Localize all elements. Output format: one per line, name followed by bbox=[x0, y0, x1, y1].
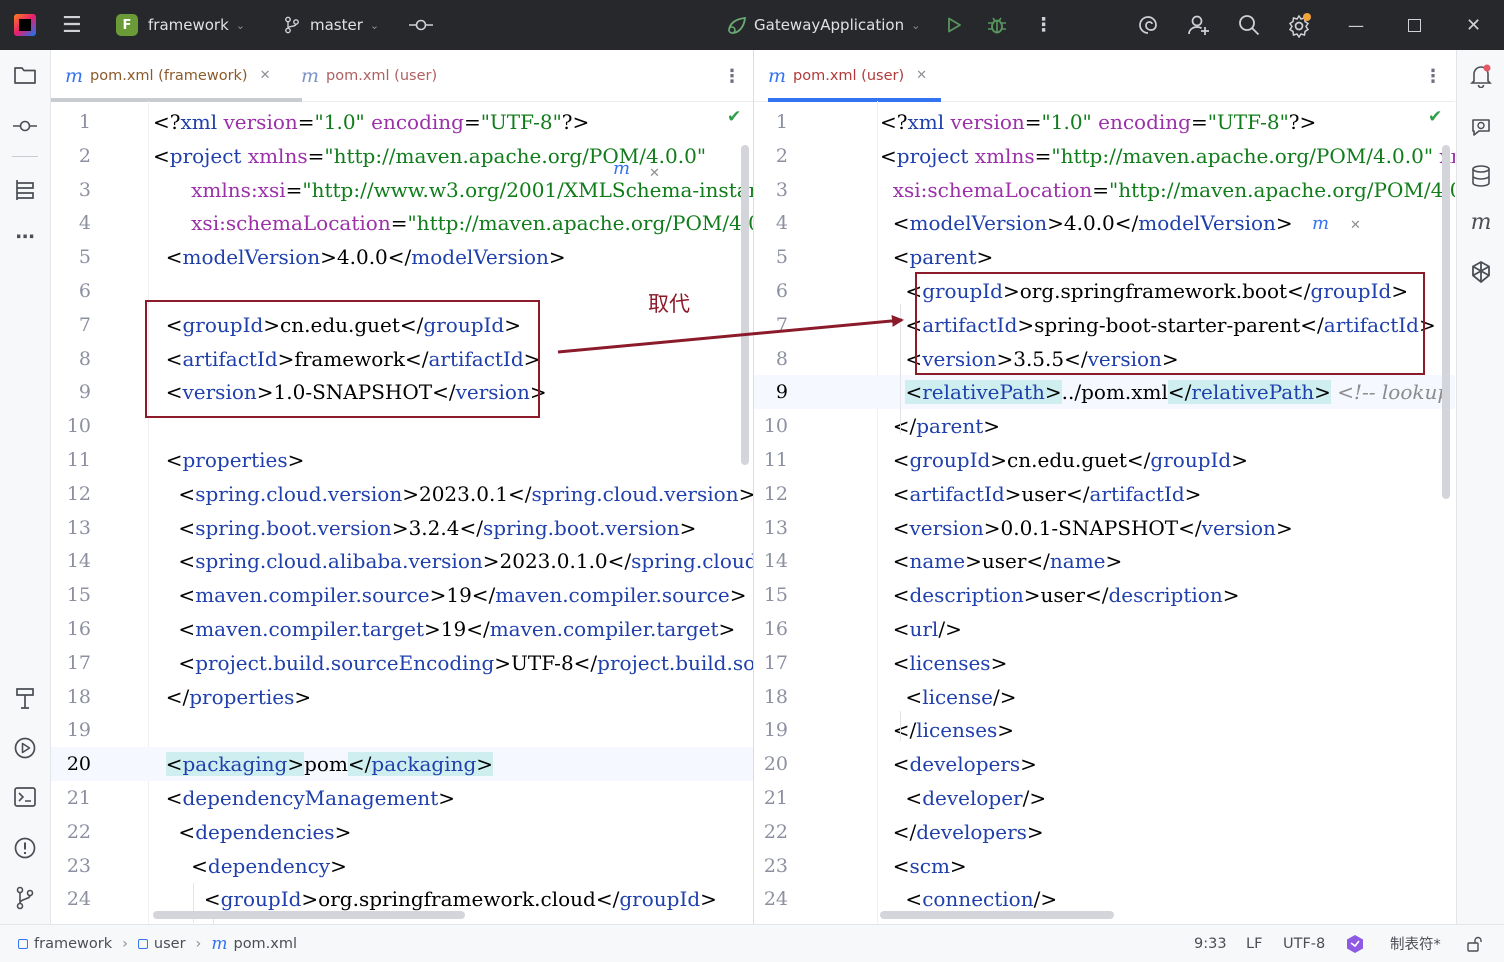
chevron-right-icon: › bbox=[195, 935, 202, 952]
module-icon bbox=[137, 938, 148, 949]
lock-open-icon bbox=[1467, 936, 1482, 952]
breadcrumb-item[interactable]: pom.xml bbox=[233, 936, 297, 952]
breadcrumb-item[interactable]: user bbox=[154, 936, 186, 952]
breadcrumb: framework › user › m pom.xml bbox=[18, 925, 297, 962]
readonly-toggle[interactable] bbox=[1466, 925, 1482, 962]
annotation-arrow bbox=[557, 314, 904, 354]
chevron-right-icon: › bbox=[122, 935, 128, 952]
maven-icon: m bbox=[211, 933, 228, 954]
ai-status-icon[interactable] bbox=[1345, 925, 1365, 962]
caret-position[interactable]: 9:33 bbox=[1194, 925, 1227, 962]
status-bar: framework › user › m pom.xml 9:33 LF UTF… bbox=[0, 924, 1504, 962]
breadcrumb-item[interactable]: framework bbox=[34, 936, 112, 952]
indent-setting[interactable]: 制表符* bbox=[1390, 925, 1441, 962]
module-icon bbox=[18, 938, 28, 949]
file-encoding[interactable]: UTF-8 bbox=[1283, 925, 1325, 962]
line-separator[interactable]: LF bbox=[1246, 925, 1262, 962]
